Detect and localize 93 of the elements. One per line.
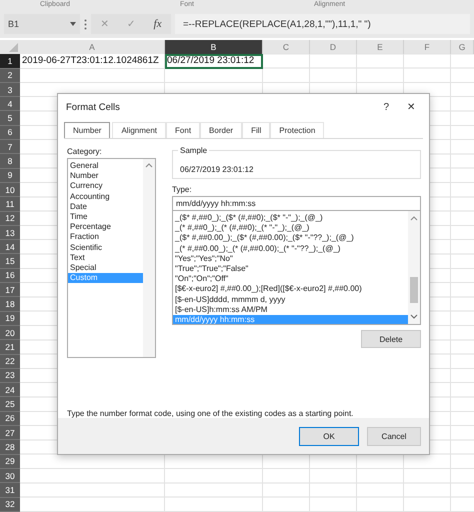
row-header[interactable]: 7 <box>0 140 20 154</box>
tab[interactable]: Protection <box>270 122 324 138</box>
category-list[interactable]: General Number Currency Accounting Date Time Percentage Fraction Scientific Text Special Custom <box>67 158 156 358</box>
row-header[interactable]: 26 <box>0 412 20 426</box>
list-item[interactable]: Date <box>68 202 143 212</box>
column-header[interactable]: C <box>263 40 310 54</box>
formula-field[interactable]: =--REPLACE(REPLACE(A1,28,1,""),11,1," ") <box>175 14 470 34</box>
select-all-corner[interactable] <box>0 40 20 54</box>
row-header[interactable]: 14 <box>0 240 20 254</box>
sample-label: Sample <box>178 146 210 155</box>
scroll-down-icon[interactable] <box>410 314 418 320</box>
tab[interactable]: Number <box>64 122 110 138</box>
row-header[interactable]: 18 <box>0 297 20 312</box>
row-header[interactable]: 25 <box>0 397 20 412</box>
corner-triangle-icon <box>9 43 18 52</box>
row-header[interactable]: 6 <box>0 126 20 140</box>
column-header[interactable]: F <box>404 40 451 54</box>
list-item[interactable]: [$-en-US]dddd, mmmm d, yyyy <box>173 294 408 305</box>
row-header[interactable]: 4 <box>0 97 20 112</box>
type-list[interactable] <box>172 211 421 325</box>
tab[interactable]: Alignment <box>112 122 166 138</box>
row-header[interactable]: 31 <box>0 483 20 498</box>
list-item[interactable]: _($* #,##0.00_);_($* (#,##0.00);_($* "-"??_);_(@_) <box>173 233 408 244</box>
row-header[interactable]: 22 <box>0 354 20 369</box>
list-item[interactable]: Text <box>68 252 143 264</box>
caret-icon <box>70 22 76 26</box>
insert-function-button[interactable]: fx <box>154 18 162 30</box>
list-item[interactable]: _(* #,##0.00_);_(* (#,##0.00);_(* "-"??_);_(@_) <box>173 244 408 254</box>
row-header[interactable]: 28 <box>0 440 20 455</box>
list-item[interactable]: _(* #,##0_);_(* (#,##0);_(* "-"_);_(@_) <box>173 223 408 234</box>
column-header[interactable]: E <box>357 40 404 54</box>
list-item[interactable]: _($* #,##0_);_($* (#,##0);_($* "-"_);_(@_) <box>173 213 408 224</box>
list-item[interactable]: Fraction <box>68 232 143 243</box>
row-header[interactable]: 16 <box>0 268 20 284</box>
row-header[interactable]: 8 <box>0 154 20 169</box>
row-header[interactable]: 3 <box>0 82 20 98</box>
row-header[interactable]: 21 <box>0 340 20 355</box>
category-label: Category: <box>67 147 103 156</box>
list-item[interactable]: Accounting <box>68 192 143 202</box>
table-cell: 2019-06-27T23:01:12.1024861Z <box>20 54 165 69</box>
column-header[interactable]: D <box>310 40 357 54</box>
list-item[interactable]: Scientific <box>68 242 143 253</box>
list-item[interactable]: Currency <box>68 181 143 192</box>
delete-button[interactable]: Delete <box>361 330 421 348</box>
row-header[interactable]: 15 <box>0 254 20 269</box>
row-header[interactable]: 11 <box>0 197 20 212</box>
tab[interactable]: Border <box>200 122 242 138</box>
row-header[interactable]: 9 <box>0 168 20 183</box>
close-button[interactable]: ✕ <box>401 101 421 113</box>
column-header[interactable]: B <box>165 40 263 54</box>
name-box[interactable]: B1 <box>4 14 80 34</box>
list-item[interactable]: Number <box>68 171 143 182</box>
description-text: Type the number format code, using one of the existing codes as a starting point. <box>67 409 354 418</box>
row-header[interactable]: 23 <box>0 368 20 384</box>
row-header[interactable]: 19 <box>0 312 20 326</box>
list-item[interactable]: Percentage <box>68 222 143 232</box>
scroll-up-icon[interactable] <box>410 215 418 221</box>
list-item[interactable]: [$€-x-euro2] #,##0.00_);[Red]([$€-x-euro2] #,##0.00) <box>173 284 408 295</box>
tab[interactable]: Font <box>166 122 200 138</box>
help-button[interactable]: ? <box>377 102 395 112</box>
type-label: Type: <box>172 185 193 194</box>
row-header[interactable]: 24 <box>0 383 20 398</box>
list-item[interactable]: [$-en-US]h:mm:ss AM/PM <box>173 304 408 316</box>
row-header[interactable]: 13 <box>0 226 20 240</box>
column-header[interactable]: G <box>451 40 474 54</box>
type-field[interactable]: mm/dd/yyyy hh:mm:ss <box>172 196 421 211</box>
row-header[interactable]: 30 <box>0 468 20 484</box>
row-header[interactable]: 12 <box>0 212 20 226</box>
cancel-button[interactable]: Cancel <box>367 426 421 446</box>
row-header[interactable]: 1 <box>0 54 20 69</box>
row-header[interactable]: 2 <box>0 68 20 83</box>
row-header[interactable]: 29 <box>0 454 20 469</box>
column-header[interactable]: A <box>20 40 165 54</box>
row-header[interactable]: 10 <box>0 182 20 198</box>
row-header[interactable]: 5 <box>0 111 20 126</box>
row-header[interactable]: 32 <box>0 498 20 512</box>
row-header[interactable]: 17 <box>0 283 20 298</box>
list-item[interactable]: Time <box>68 212 143 222</box>
list-item[interactable]: "On";"On";"Off" <box>173 274 408 284</box>
dialog-title: Format Cells <box>66 102 121 112</box>
table-cell: 06/27/2019 23:01:12 <box>165 54 263 69</box>
dots-icon <box>84 18 87 30</box>
scroll-thumb[interactable] <box>410 277 418 303</box>
row-header[interactable]: 20 <box>0 326 20 340</box>
list-item[interactable]: "Yes";"Yes";"No" <box>173 254 408 264</box>
tab[interactable]: Fill <box>242 122 270 138</box>
list-item[interactable]: "True";"True";"False" <box>173 264 408 274</box>
scroll-up-icon[interactable] <box>145 162 153 168</box>
ok-button[interactable]: OK <box>299 426 359 446</box>
list-item[interactable]: General <box>68 161 143 172</box>
row-header[interactable]: 27 <box>0 426 20 440</box>
sample-value: 06/27/2019 23:01:12 <box>180 165 254 174</box>
list-item[interactable]: Special <box>68 263 143 274</box>
